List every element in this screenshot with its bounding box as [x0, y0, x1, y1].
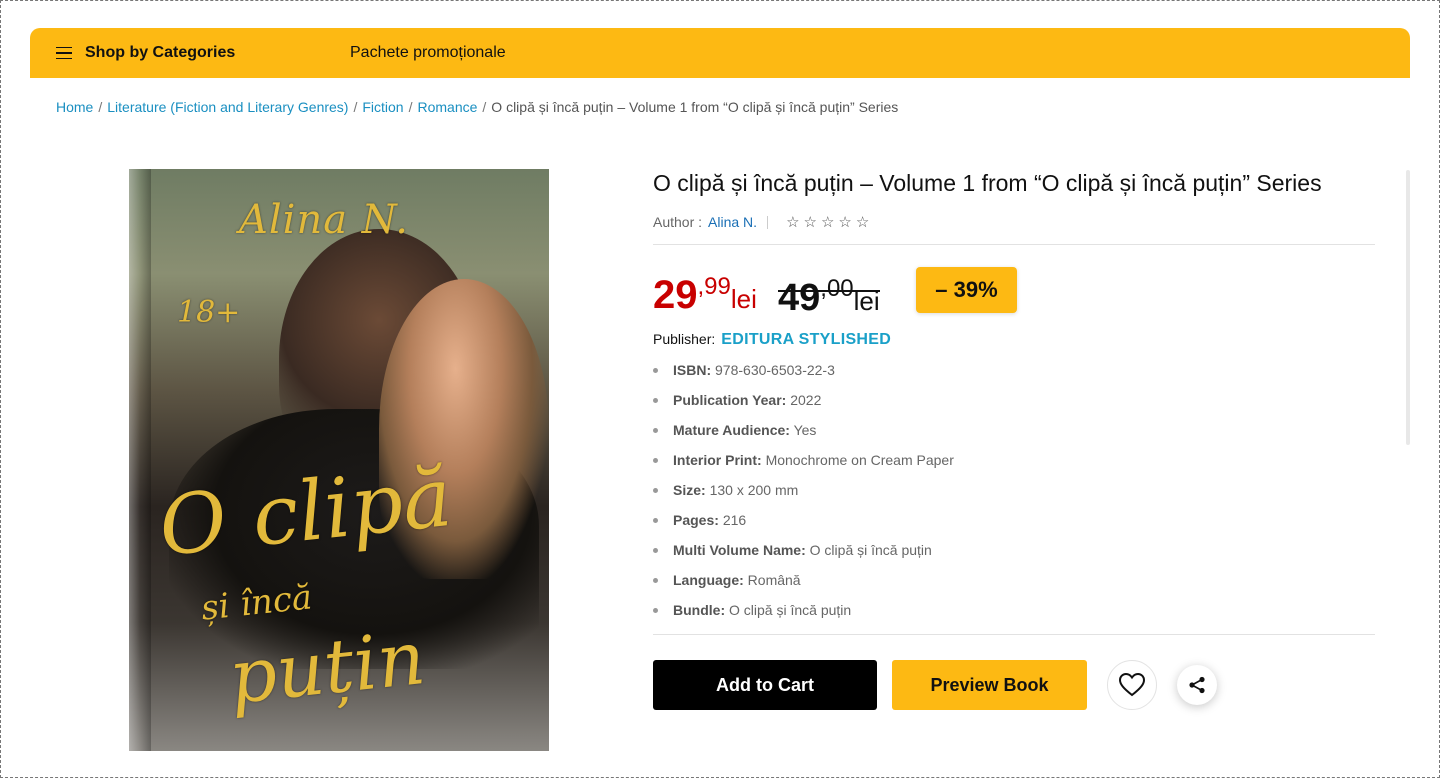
breadcrumb-home[interactable]: Home: [56, 99, 93, 115]
add-to-cart-button[interactable]: Add to Cart: [653, 660, 877, 710]
star-icon: ☆: [838, 214, 852, 231]
spec-label: Pages:: [673, 512, 719, 528]
book-cover-image[interactable]: Alina N. 18+ O clipă și încă puțin: [129, 169, 549, 751]
spec-label: Size:: [673, 482, 706, 498]
meta-divider: [767, 215, 769, 229]
publisher: Publisher: EDITURA STYLISHED: [653, 331, 1375, 349]
spec-label: Language:: [673, 572, 744, 588]
spec-publication-year: Publication Year: 2022: [653, 393, 1375, 423]
star-icon: ☆: [803, 214, 817, 231]
cover-age-rating: 18+: [177, 295, 241, 330]
spec-value: O clipă și încă puțin: [809, 542, 932, 558]
share-icon: [1189, 676, 1205, 694]
cover-author-script: Alina N.: [239, 197, 409, 243]
discount-badge: – 39%: [916, 267, 1017, 313]
spec-value: 216: [722, 512, 747, 528]
spec-mature-audience: Mature Audience: Yes: [653, 423, 1375, 453]
spec-label: Publication Year:: [673, 392, 787, 408]
author-link[interactable]: Alina N.: [708, 214, 757, 230]
spec-value: O clipă și încă puțin: [729, 602, 852, 618]
spec-size: Size: 130 x 200 mm: [653, 483, 1375, 513]
spec-interior-print: Interior Print: Monochrome on Cream Pape…: [653, 453, 1375, 483]
sale-price-currency: lei: [730, 284, 757, 314]
breadcrumb: Home / Literature (Fiction and Literary Ge…: [56, 99, 898, 115]
spec-multi-volume-name: Multi Volume Name: O clipă și încă puțin: [653, 543, 1375, 573]
original-price-int: 49: [778, 277, 821, 319]
top-navbar: Shop by Categories Pachete promoționale: [30, 28, 1410, 78]
original-price: 49,00lei: [778, 266, 880, 324]
spec-pages: Pages: 216: [653, 513, 1375, 543]
star-icon: ☆: [786, 214, 800, 231]
publisher-label: Publisher:: [653, 331, 716, 347]
breadcrumb-separator: /: [353, 99, 358, 115]
sale-price-int: 29: [653, 273, 698, 317]
sale-price: 29,99lei: [653, 264, 757, 322]
spec-label: Mature Audience:: [673, 422, 790, 438]
star-rating[interactable]: ☆ ☆ ☆ ☆ ☆: [786, 213, 869, 231]
spec-value: 978-630-6503-22-3: [715, 362, 835, 378]
shop-by-categories-label: Shop by Categories: [85, 44, 236, 61]
cover-spine: [129, 169, 151, 751]
spec-value: 2022: [790, 392, 822, 408]
spec-value: Română: [747, 572, 801, 588]
breadcrumb-fiction[interactable]: Fiction: [362, 99, 403, 115]
spec-bundle: Bundle: O clipă și încă puțin: [653, 603, 1375, 633]
spec-label: Multi Volume Name:: [673, 542, 806, 558]
price-row: 29,99lei 49,00lei – 39%: [653, 245, 1375, 321]
preview-book-button[interactable]: Preview Book: [892, 660, 1087, 710]
spec-label: Interior Print:: [673, 452, 762, 468]
wishlist-button[interactable]: [1107, 660, 1157, 710]
breadcrumb-romance[interactable]: Romance: [417, 99, 477, 115]
publisher-link[interactable]: EDITURA STYLISHED: [721, 331, 891, 349]
original-price-dec: ,00: [820, 275, 854, 302]
star-icon: ☆: [855, 214, 870, 231]
spec-list: ISBN: 978-630-6503-22-3 Publication Year…: [653, 363, 1375, 633]
product-meta: Author : Alina N. ☆ ☆ ☆ ☆ ☆: [653, 212, 1375, 232]
star-icon: ☆: [820, 214, 835, 231]
spec-isbn: ISBN: 978-630-6503-22-3: [653, 363, 1375, 393]
breadcrumb-literature[interactable]: Literature (Fiction and Literary Genres): [107, 99, 348, 115]
product-info: O clipă și încă puțin – Volume 1 from “O…: [653, 168, 1375, 725]
spec-value: Yes: [793, 422, 817, 438]
author-label: Author :: [653, 214, 703, 230]
sale-price-dec: ,99: [697, 273, 731, 300]
breadcrumb-separator: /: [408, 99, 413, 115]
spec-label: ISBN:: [673, 362, 712, 378]
scrollbar[interactable]: [1406, 170, 1410, 445]
spec-label: Bundle:: [673, 602, 726, 618]
spec-value: 130 x 200 mm: [709, 482, 799, 498]
spec-value: Monochrome on Cream Paper: [765, 452, 954, 468]
spec-language: Language: Română: [653, 573, 1375, 603]
breadcrumb-separator: /: [482, 99, 487, 115]
strikethrough: [778, 290, 880, 292]
breadcrumb-current: O clipă și încă puțin – Volume 1 from “O…: [491, 99, 899, 115]
menu-icon: [56, 46, 72, 60]
share-button[interactable]: [1177, 665, 1217, 705]
shop-by-categories-button[interactable]: Shop by Categories: [56, 28, 235, 78]
action-row: Add to Cart Preview Book: [653, 635, 1375, 725]
breadcrumb-separator: /: [98, 99, 103, 115]
product-title: O clipă și încă puțin – Volume 1 from “O…: [653, 170, 1322, 196]
promo-packages-link[interactable]: Pachete promoționale: [350, 28, 506, 78]
heart-icon: [1119, 673, 1145, 697]
